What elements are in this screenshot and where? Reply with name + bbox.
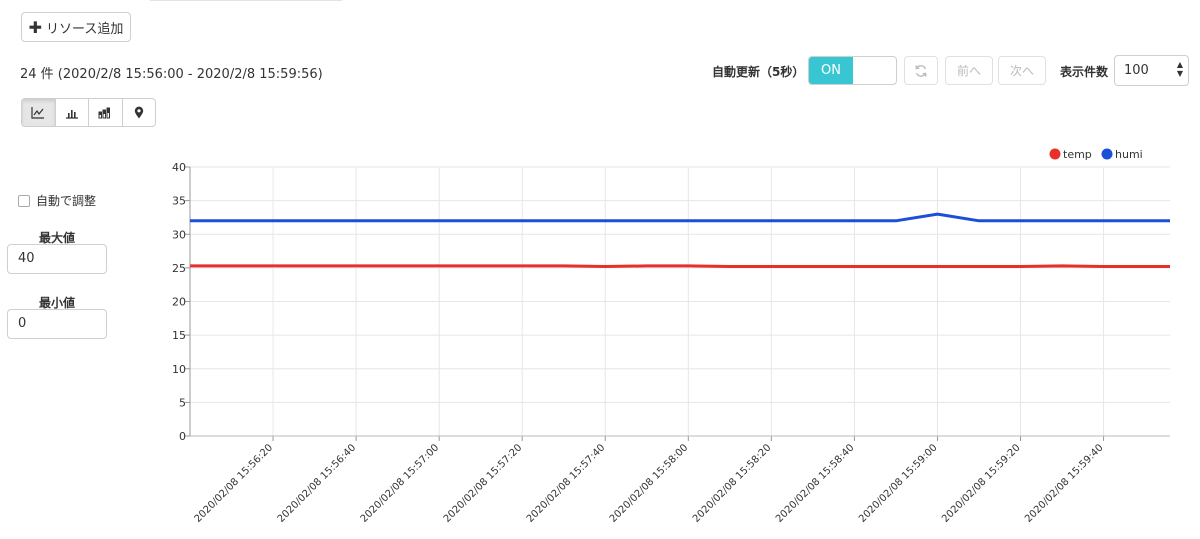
legend-marker-humi [1101, 148, 1113, 160]
prev-button[interactable]: 前へ [945, 56, 993, 85]
display-count-label: 表示件数 [1060, 65, 1109, 79]
plus-icon: ✚ [28, 17, 43, 37]
refresh-icon [915, 64, 927, 77]
auto-refresh-toggle[interactable]: ON [808, 56, 897, 85]
auto-refresh-label: 自動更新（5秒） [712, 65, 805, 79]
top-divider [150, 0, 342, 1]
add-resource-button[interactable]: ✚ リソース追加 [21, 12, 131, 42]
y-tick-label: 25 [172, 262, 186, 275]
auto-adjust-label: 自動で調整 [36, 194, 97, 208]
y-tick-label: 5 [179, 396, 186, 409]
auto-adjust-checkbox[interactable] [18, 194, 30, 207]
x-tick-label: 2020/02/08 15:56:20 [193, 442, 276, 525]
bar-chart-button[interactable] [56, 99, 89, 126]
x-tick-label: 2020/02/08 15:57:20 [442, 442, 525, 525]
y-tick-label: 10 [172, 363, 186, 376]
y-tick-label: 20 [172, 296, 186, 309]
legend-label-temp: temp [1063, 148, 1092, 161]
y-tick-label: 30 [172, 228, 186, 241]
y-tick-label: 35 [172, 195, 186, 208]
series-line-temp [190, 264, 1170, 268]
record-range-text: 24 件 (2020/2/8 15:56:00 - 2020/2/8 15:59… [20, 67, 323, 82]
add-resource-label: リソース追加 [46, 21, 124, 37]
stacked-bar-chart-icon [98, 107, 111, 118]
series-line-humi [190, 212, 1170, 223]
refresh-button[interactable] [904, 56, 938, 85]
y-tick-label: 0 [179, 430, 186, 443]
toggle-on-label: ON [809, 57, 853, 84]
y-tick-label: 15 [172, 329, 186, 342]
x-tick-label: 2020/02/08 15:59:00 [857, 442, 940, 525]
display-count-select[interactable]: 100 ▲ ▼ [1114, 55, 1189, 86]
min-value-input[interactable]: 0 [7, 309, 107, 339]
next-button[interactable]: 次へ [998, 56, 1046, 85]
map-pin-icon [134, 106, 143, 119]
chart-type-group [21, 98, 156, 127]
max-value-input[interactable]: 40 [7, 244, 107, 274]
line-chart-icon [31, 106, 45, 119]
x-tick-label: 2020/02/08 15:59:20 [940, 442, 1023, 525]
x-tick-label: 2020/02/08 15:58:40 [774, 442, 857, 525]
x-tick-label: 2020/02/08 15:57:00 [359, 442, 442, 525]
x-tick-label: 2020/02/08 15:58:20 [691, 442, 774, 525]
sensor-line-chart: 05101520253035402020/02/08 15:56:20 2020/… [172, 148, 1170, 525]
legend-label-humi: humi [1115, 148, 1143, 161]
legend-marker-temp [1049, 148, 1061, 160]
map-button[interactable] [123, 99, 156, 126]
line-chart-button[interactable] [22, 99, 56, 126]
y-tick-label: 40 [172, 161, 186, 174]
x-tick-label: 2020/02/08 15:56:40 [276, 442, 359, 525]
auto-adjust-row[interactable]: 自動で調整 [18, 192, 96, 209]
stacked-bar-chart-button[interactable] [89, 99, 123, 126]
x-tick-label: 2020/02/08 15:58:00 [608, 442, 691, 525]
x-tick-label: 2020/02/08 15:59:40 [1023, 442, 1106, 525]
bar-chart-icon [65, 109, 78, 119]
select-arrows-icon: ▲ ▼ [1176, 60, 1183, 78]
display-count-value: 100 [1124, 63, 1149, 78]
x-tick-label: 2020/02/08 15:57:40 [525, 442, 608, 525]
